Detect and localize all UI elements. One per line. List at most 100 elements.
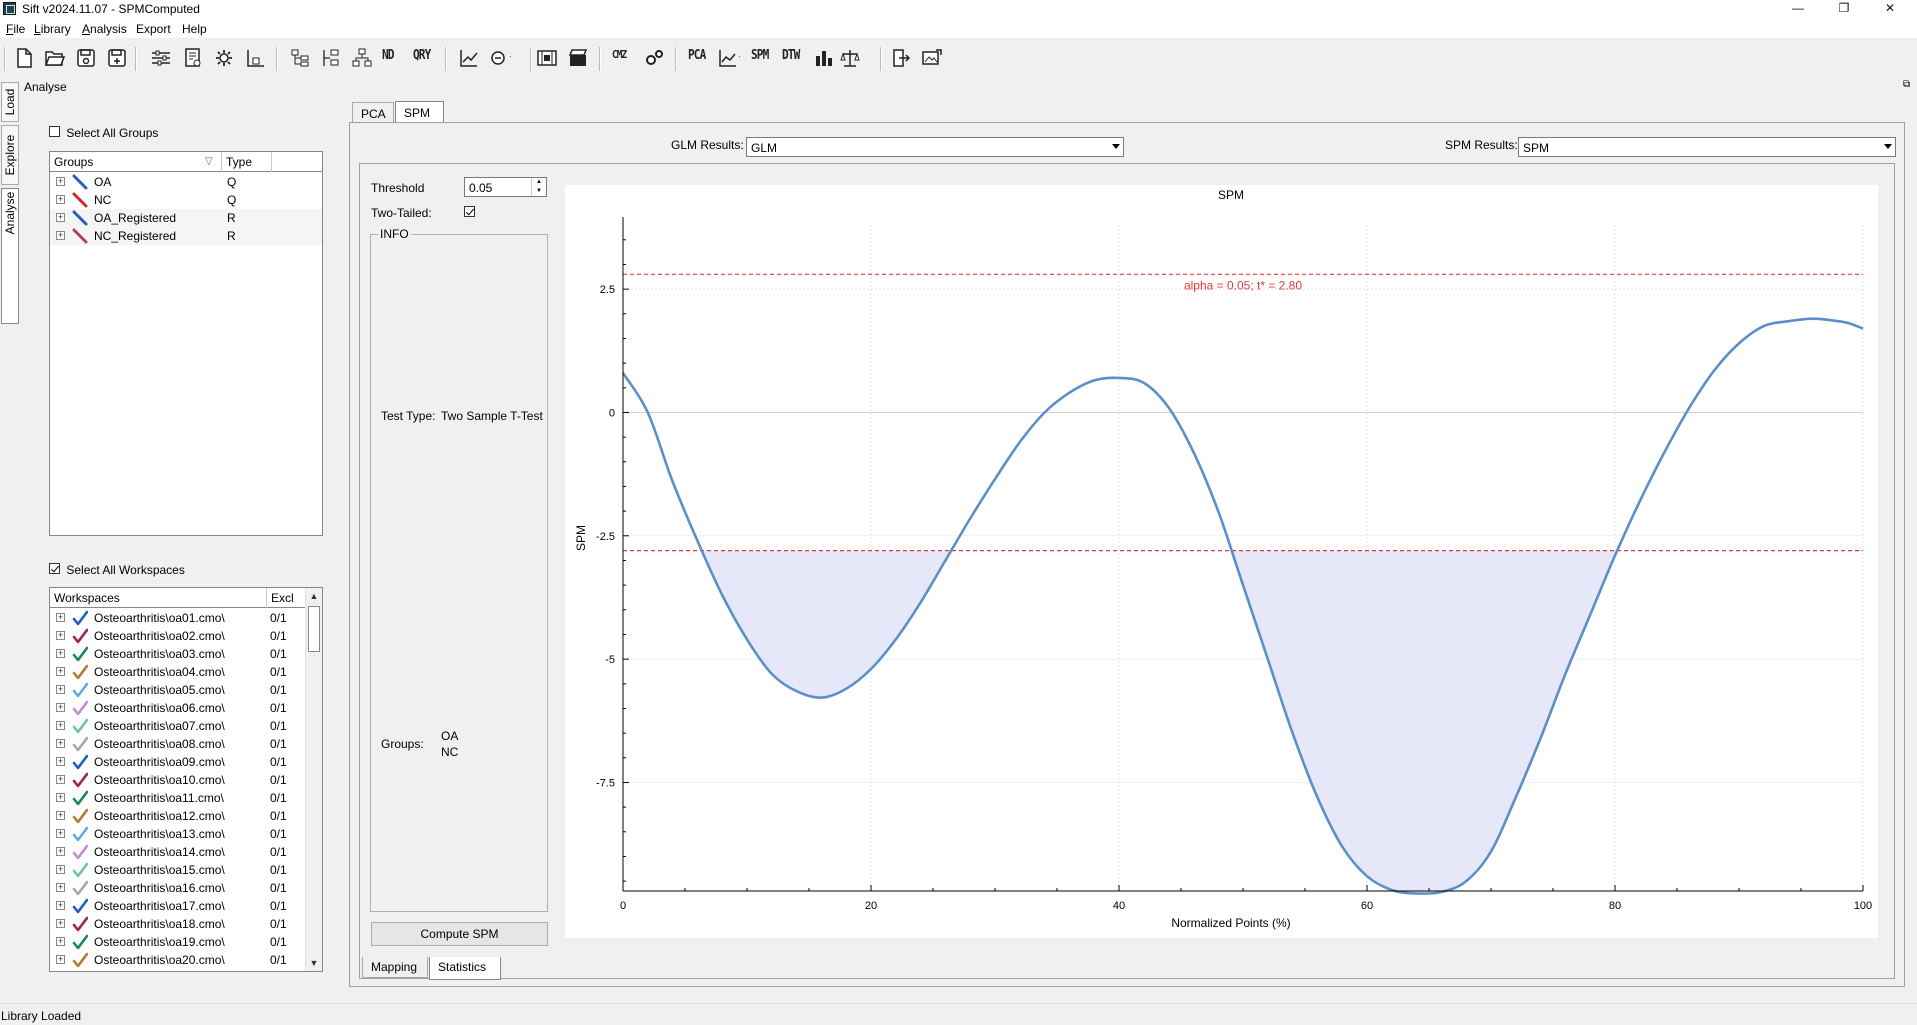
image-export-icon[interactable]: [921, 47, 943, 69]
expand-icon[interactable]: +: [56, 793, 65, 802]
workspace-row[interactable]: + Osteoarthritis\oa20.cmo\ 0/1: [50, 951, 306, 969]
tab-mapping[interactable]: Mapping: [362, 957, 428, 978]
workspace-row[interactable]: + Osteoarthritis\oa05.cmo\ 0/1: [50, 681, 306, 699]
workspace-row[interactable]: + Osteoarthritis\oa07.cmo\ 0/1: [50, 717, 306, 735]
expand-icon[interactable]: +: [56, 775, 65, 784]
chart-edit-icon[interactable]: [458, 47, 480, 69]
scroll-down-icon[interactable]: ▼: [306, 955, 322, 971]
close-button[interactable]: ✕: [1867, 0, 1913, 18]
workspace-row[interactable]: + Osteoarthritis\oa04.cmo\ 0/1: [50, 663, 306, 681]
branch-view-icon[interactable]: [320, 47, 342, 69]
workspaces-scrollbar[interactable]: ▲ ▼: [305, 588, 322, 971]
workspace-row[interactable]: + Osteoarthritis\oa14.cmo\ 0/1: [50, 843, 306, 861]
groups-column-header[interactable]: Groups: [50, 152, 222, 172]
gear-icon[interactable]: [213, 47, 235, 69]
expand-icon[interactable]: +: [56, 685, 65, 694]
excl-column-header[interactable]: Excl: [267, 588, 306, 608]
new-file-icon[interactable]: [13, 47, 35, 69]
workspace-row[interactable]: + Osteoarthritis\oa12.cmo\ 0/1: [50, 807, 306, 825]
workspace-row[interactable]: + Osteoarthritis\oa19.cmo\ 0/1: [50, 933, 306, 951]
spm-results-select[interactable]: SPM: [1518, 137, 1896, 157]
expand-icon[interactable]: +: [56, 649, 65, 658]
expand-icon[interactable]: +: [56, 631, 65, 640]
expand-icon[interactable]: +: [56, 177, 65, 186]
workspace-row[interactable]: + Osteoarthritis\oa15.cmo\ 0/1: [50, 861, 306, 879]
workspace-row[interactable]: + Osteoarthritis\oa17.cmo\ 0/1: [50, 897, 306, 915]
group-row[interactable]: + NC_Registered R: [50, 227, 322, 245]
spm-button[interactable]: SPM: [751, 48, 769, 70]
spin-down-icon[interactable]: ▼: [531, 187, 546, 196]
workspace-row[interactable]: + Osteoarthritis\oa10.cmo\ 0/1: [50, 771, 306, 789]
tab-explore[interactable]: Explore: [1, 125, 19, 185]
expand-icon[interactable]: +: [56, 703, 65, 712]
select-all-workspaces[interactable]: Select All Workspaces: [49, 563, 185, 577]
scale-dropdown-icon[interactable]: [840, 47, 862, 69]
cmz-button[interactable]: CMZ: [612, 48, 627, 70]
select-all-groups[interactable]: Select All Groups: [49, 126, 158, 140]
scroll-thumb[interactable]: [308, 606, 320, 652]
workspace-row[interactable]: + Osteoarthritis\oa13.cmo\ 0/1: [50, 825, 306, 843]
expand-icon[interactable]: +: [56, 231, 65, 240]
workspace-row[interactable]: + Osteoarthritis\oa09.cmo\ 0/1: [50, 753, 306, 771]
select-all-groups-checkbox[interactable]: [49, 126, 60, 137]
workspace-row[interactable]: + Osteoarthritis\oa02.cmo\ 0/1: [50, 627, 306, 645]
workspaces-column-header[interactable]: Workspaces: [50, 588, 267, 608]
group-row[interactable]: + OA Q: [50, 173, 322, 191]
glm-results-select[interactable]: GLM: [746, 137, 1124, 157]
expand-icon[interactable]: +: [56, 721, 65, 730]
expand-icon[interactable]: +: [56, 195, 65, 204]
save-icon[interactable]: [75, 47, 97, 69]
workspace-row[interactable]: + Osteoarthritis\oa03.cmo\ 0/1: [50, 645, 306, 663]
expand-icon[interactable]: +: [56, 847, 65, 856]
bar-chart-icon[interactable]: [813, 47, 835, 69]
document-settings-icon[interactable]: [182, 47, 204, 69]
workspace-row[interactable]: + Osteoarthritis\oa08.cmo\ 0/1: [50, 735, 306, 753]
workspace-row[interactable]: + Osteoarthritis\oa11.cmo\ 0/1: [50, 789, 306, 807]
tab-analyse[interactable]: Analyse: [1, 188, 19, 324]
menu-analysis[interactable]: Analysis: [82, 22, 127, 36]
tab-load[interactable]: Load: [1, 82, 19, 122]
pca-button[interactable]: PCA: [688, 48, 706, 70]
group-row[interactable]: + OA_Registered R: [50, 209, 322, 227]
dock-float-icon[interactable]: ⧉: [1903, 79, 1910, 90]
spin-up-icon[interactable]: ▲: [531, 178, 546, 187]
workspace-row[interactable]: + Osteoarthritis\oa06.cmo\ 0/1: [50, 699, 306, 717]
expand-icon[interactable]: +: [56, 919, 65, 928]
select-all-workspaces-checkbox[interactable]: [49, 563, 60, 574]
group-row[interactable]: + NC Q: [50, 191, 322, 209]
film-frame-icon[interactable]: [536, 47, 558, 69]
filter-dropdown-icon[interactable]: [489, 47, 511, 69]
save-as-icon[interactable]: [106, 47, 128, 69]
menu-help[interactable]: Help: [182, 22, 207, 36]
scroll-up-icon[interactable]: ▲: [306, 588, 322, 604]
expand-icon[interactable]: +: [56, 811, 65, 820]
tab-pca[interactable]: PCA: [352, 102, 394, 124]
two-tailed-checkbox[interactable]: [464, 206, 475, 217]
expand-icon[interactable]: +: [56, 613, 65, 622]
ruler-settings-icon[interactable]: [244, 47, 266, 69]
expand-icon[interactable]: +: [56, 937, 65, 946]
maximize-button[interactable]: ❐: [1821, 0, 1867, 18]
settings-sliders-icon[interactable]: [150, 47, 172, 69]
expand-icon[interactable]: +: [56, 667, 65, 676]
type-column-header[interactable]: Type: [222, 152, 272, 172]
clapperboard-icon[interactable]: [567, 47, 589, 69]
compute-spm-button[interactable]: Compute SPM: [371, 922, 548, 946]
expand-icon[interactable]: +: [56, 739, 65, 748]
hierarchy-icon[interactable]: [351, 47, 373, 69]
tree-view-icon[interactable]: [289, 47, 311, 69]
workspace-row[interactable]: + Osteoarthritis\oa16.cmo\ 0/1: [50, 879, 306, 897]
workspace-row[interactable]: + Osteoarthritis\oa01.cmo\ 0/1: [50, 609, 306, 627]
workspace-row[interactable]: + Osteoarthritis\oa18.cmo\ 0/1: [50, 915, 306, 933]
gears-icon[interactable]: [643, 47, 665, 69]
dtw-button[interactable]: DTW: [782, 48, 800, 70]
menu-file[interactable]: File: [6, 22, 25, 36]
open-folder-icon[interactable]: [44, 47, 66, 69]
export-icon[interactable]: [890, 47, 912, 69]
minimize-button[interactable]: —: [1775, 0, 1821, 18]
query-button[interactable]: QRY: [413, 48, 431, 70]
expand-icon[interactable]: +: [56, 865, 65, 874]
menu-export[interactable]: Export: [136, 22, 171, 36]
tab-statistics[interactable]: Statistics: [429, 957, 501, 980]
expand-icon[interactable]: +: [56, 829, 65, 838]
